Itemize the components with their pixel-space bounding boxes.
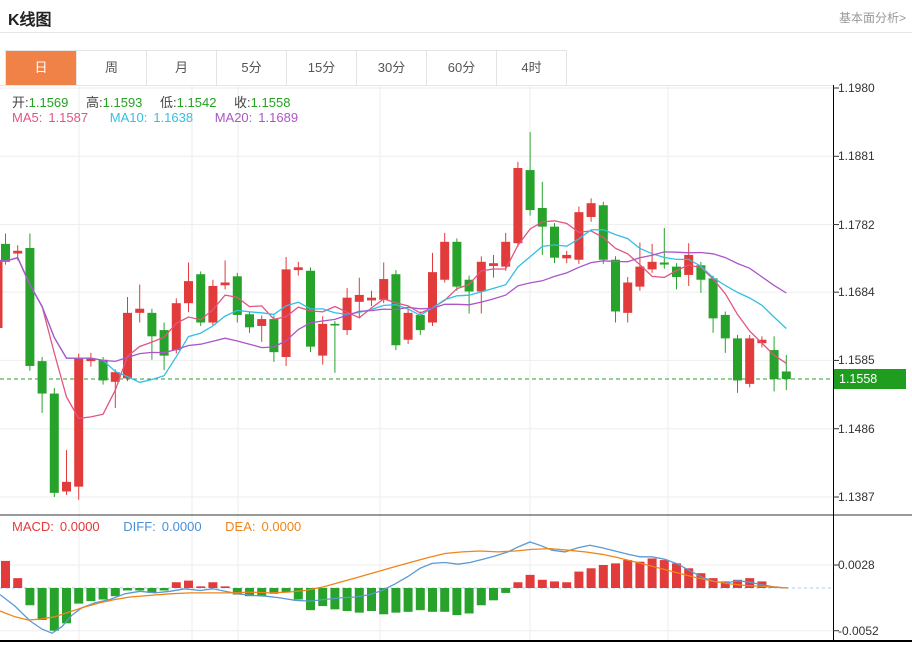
period-tabbar: 日 周 月 5分 15分 30分 60分 4时 — [5, 50, 567, 86]
close-label: 收: — [234, 95, 251, 110]
ma20-value: 1.1689 — [258, 110, 298, 125]
high-value: 1.1593 — [103, 95, 143, 110]
tab-4hour[interactable]: 4时 — [496, 51, 566, 85]
open-value: 1.1569 — [29, 95, 69, 110]
macd-value: 0.0000 — [60, 519, 100, 534]
open-label: 开: — [12, 95, 29, 110]
price-axis-label: 1.1980 — [838, 81, 875, 95]
fundamental-analysis-link[interactable]: 基本面分析> — [839, 9, 906, 26]
tab-5min[interactable]: 5分 — [216, 51, 286, 85]
page-title: K线图 — [8, 6, 52, 30]
ma20-label: MA20: — [215, 110, 253, 125]
kline-page: K线图 基本面分析> 日 周 月 5分 15分 30分 60分 4时 开:1.1… — [0, 0, 912, 645]
price-axis-label: 1.1486 — [838, 422, 875, 436]
price-axis-label: 1.1881 — [838, 149, 875, 163]
low-label: 低: — [160, 95, 177, 110]
tab-day[interactable]: 日 — [6, 51, 76, 85]
price-axis-label: 1.1585 — [838, 353, 875, 367]
macd-axis-label: -0.0052 — [838, 624, 879, 638]
header-divider — [0, 32, 912, 33]
ma5-value: 1.1587 — [48, 110, 88, 125]
ma10-label: MA10: — [110, 110, 148, 125]
current-price-badge: 1.1558 — [834, 369, 906, 389]
tab-week[interactable]: 周 — [76, 51, 146, 85]
high-label: 高: — [86, 95, 103, 110]
macd-label: MACD: — [12, 519, 54, 534]
macd-readout: MACD: 0.0000 DIFF: 0.0000 DEA: 0.0000 — [12, 519, 307, 534]
tab-15min[interactable]: 15分 — [286, 51, 356, 85]
dea-label: DEA: — [225, 519, 255, 534]
dea-value: 0.0000 — [262, 519, 302, 534]
low-value: 1.1542 — [177, 95, 217, 110]
tab-month[interactable]: 月 — [146, 51, 216, 85]
close-value: 1.1558 — [251, 95, 291, 110]
macd-axis-label: 0.0028 — [838, 558, 875, 572]
diff-value: 0.0000 — [162, 519, 202, 534]
diff-label: DIFF: — [123, 519, 156, 534]
ma5-label: MA5: — [12, 110, 42, 125]
price-axis-label: 1.1387 — [838, 490, 875, 504]
current-price-value: 1.1558 — [834, 369, 906, 389]
tab-60min[interactable]: 60分 — [426, 51, 496, 85]
ma10-value: 1.1638 — [153, 110, 193, 125]
ma-readout: MA5: 1.1587 MA10: 1.1638 MA20: 1.1689 — [12, 110, 304, 125]
price-axis-label: 1.1782 — [838, 218, 875, 232]
tab-30min[interactable]: 30分 — [356, 51, 426, 85]
ohlc-readout: 开:1.1569 高:1.1593 低:1.1542 收:1.1558 — [12, 92, 304, 111]
price-axis-label: 1.1684 — [838, 285, 875, 299]
